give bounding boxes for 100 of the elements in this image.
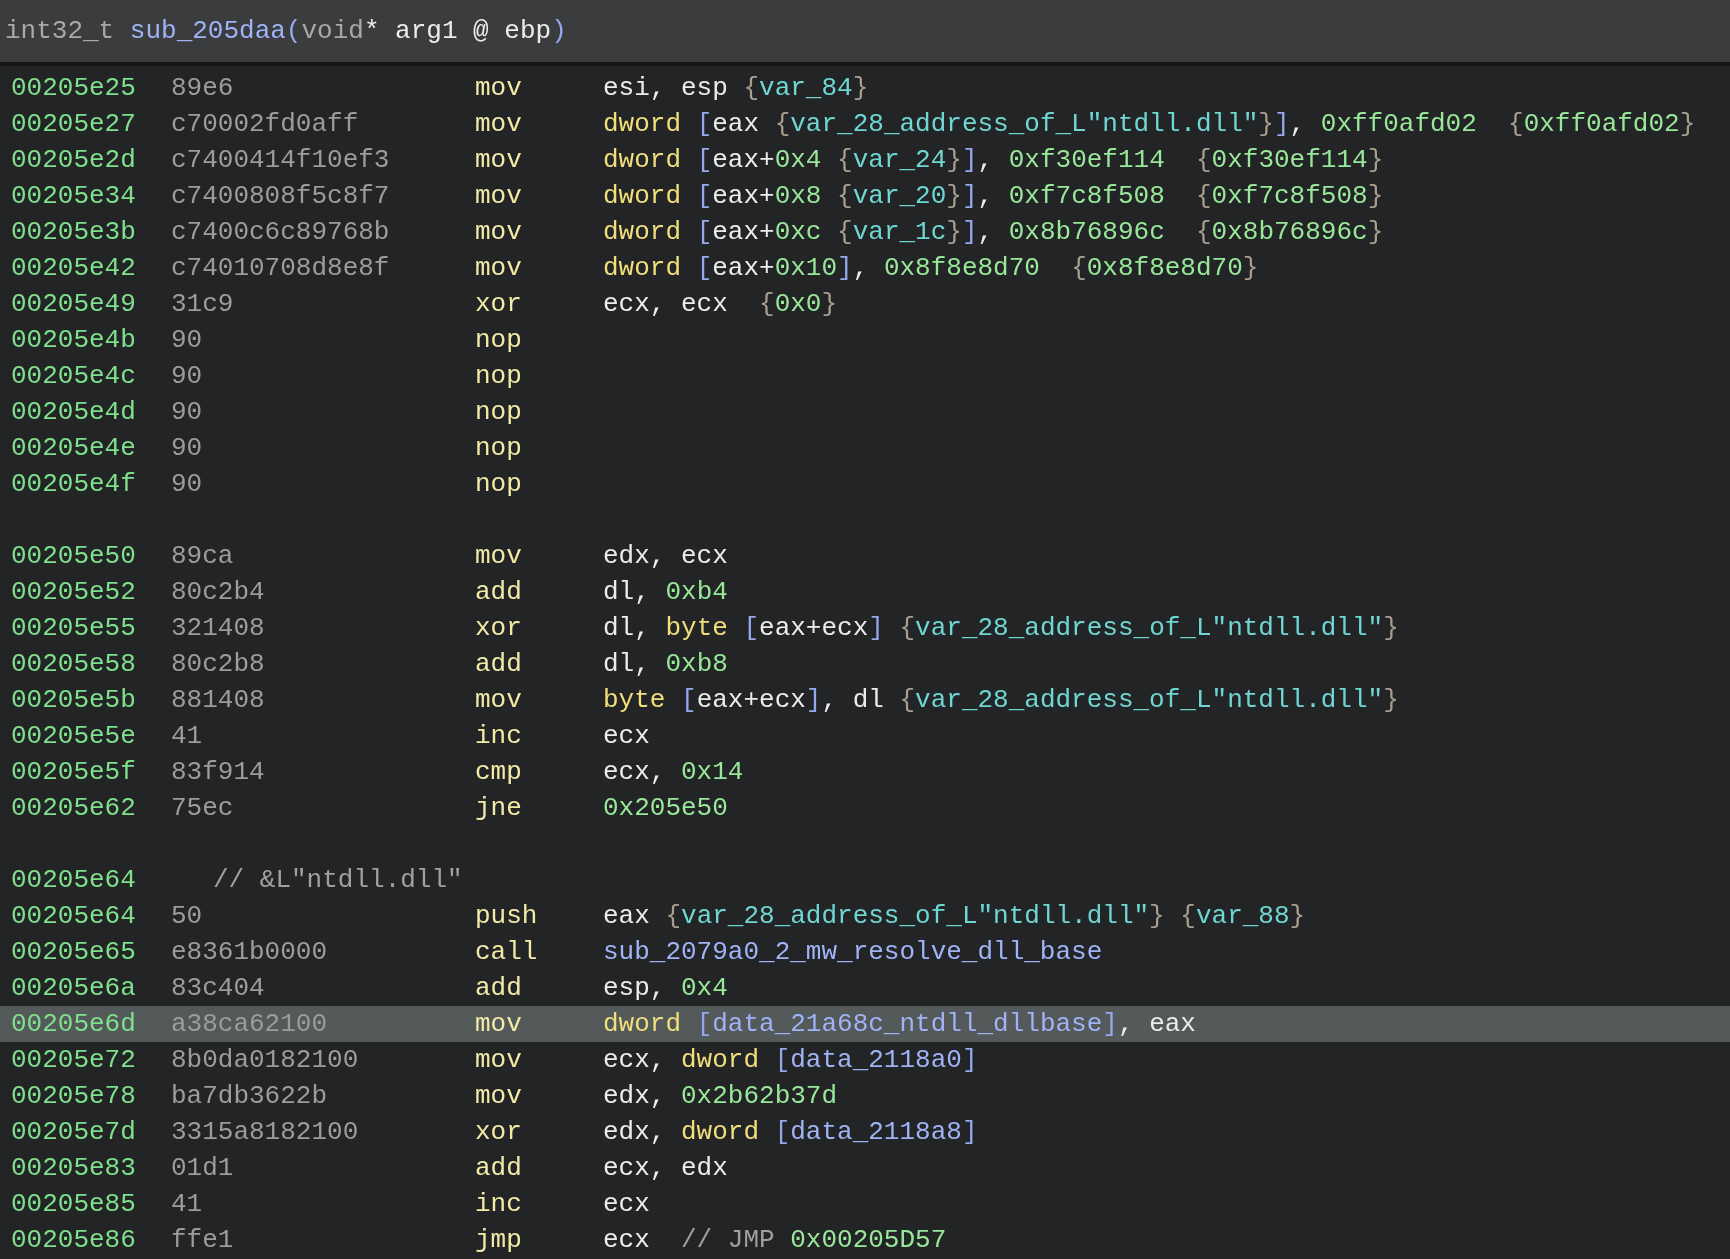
address: 00205e4b xyxy=(10,325,137,355)
instruction-bytes: 8b0da0182100 xyxy=(171,1045,360,1075)
operands: ecx, ecx {0x0} xyxy=(603,289,838,319)
instruction-bytes: 41 xyxy=(171,1189,204,1219)
operands: dl, 0xb4 xyxy=(603,577,728,607)
instruction-bytes: c7400c6c89768b xyxy=(171,217,391,247)
address: 00205e50 xyxy=(10,541,137,571)
operands: edx, ecx xyxy=(603,541,728,571)
operands: dword [eax+0x8 {var_20}], 0xf7c8f508 {0xf7c8f508} xyxy=(603,181,1384,211)
instruction-bytes: 321408 xyxy=(171,613,266,643)
instruction-bytes: 90 xyxy=(171,433,204,463)
address: 00205e4f xyxy=(10,469,137,499)
instruction-bytes: 50 xyxy=(171,901,204,931)
mnemonic: mov xyxy=(475,73,523,103)
address: 00205e65 xyxy=(10,937,137,967)
instruction-bytes: c74010708d8e8f xyxy=(171,253,391,283)
operands: dword [eax+0x4 {var_24}], 0xf30ef114 {0xf30ef114} xyxy=(603,145,1384,175)
operands: edx, 0x2b62b37d xyxy=(603,1081,838,1111)
mnemonic: mov xyxy=(475,1081,523,1111)
instruction-bytes: 89ca xyxy=(171,541,235,571)
mnemonic: xor xyxy=(475,613,523,643)
instruction-bytes: 83c404 xyxy=(171,973,266,1003)
operands: edx, dword [data_2118a8] xyxy=(603,1117,978,1147)
address: 00205e78 xyxy=(10,1081,137,1111)
operands: esp, 0x4 xyxy=(603,973,728,1003)
address: 00205e7d xyxy=(10,1117,137,1147)
address: 00205e6a xyxy=(10,973,137,1003)
address: 00205e34 xyxy=(10,181,137,211)
operands: ecx // JMP 0x00205D57 xyxy=(603,1225,947,1255)
instruction-bytes: 90 xyxy=(171,397,204,427)
address: 00205e83 xyxy=(10,1153,137,1183)
mnemonic: inc xyxy=(475,1189,523,1219)
address: 00205e4c xyxy=(10,361,137,391)
address: 00205e5b xyxy=(10,685,137,715)
instruction-bytes: 80c2b4 xyxy=(171,577,266,607)
instruction-bytes: 89e6 xyxy=(171,73,235,103)
instruction-bytes: 41 xyxy=(171,721,204,751)
address: 00205e4e xyxy=(10,433,137,463)
instruction-bytes: 80c2b8 xyxy=(171,649,266,679)
function-signature: int32_t sub_205daa(void* arg1 @ ebp) xyxy=(5,16,567,46)
operands: byte [eax+ecx], dl {var_28_address_of_L"ntdll.dll"} xyxy=(603,685,1399,715)
instruction-bytes: 90 xyxy=(171,361,204,391)
operands: sub_2079a0_2_mw_resolve_dll_base xyxy=(603,937,1103,967)
instruction-bytes: 83f914 xyxy=(171,757,266,787)
address: 00205e27 xyxy=(10,109,137,139)
comment: // &L"ntdll.dll" xyxy=(212,865,463,895)
address: 00205e64 xyxy=(10,901,137,931)
address: 00205e5e xyxy=(10,721,137,751)
address: 00205e62 xyxy=(10,793,137,823)
operands: dword [data_21a68c_ntdll_dllbase], eax xyxy=(603,1009,1196,1039)
operands: eax {var_28_address_of_L"ntdll.dll"} {var_88} xyxy=(603,901,1306,931)
mnemonic: mov xyxy=(475,217,523,247)
address: 00205e85 xyxy=(10,1189,137,1219)
address: 00205e5f xyxy=(10,757,137,787)
instruction-bytes: 31c9 xyxy=(171,289,235,319)
operands: ecx xyxy=(603,721,650,751)
address: 00205e49 xyxy=(10,289,137,319)
mnemonic: xor xyxy=(475,1117,523,1147)
operands: dword [eax+0x10], 0x8f8e8d70 {0x8f8e8d70} xyxy=(603,253,1259,283)
mnemonic: nop xyxy=(475,397,523,427)
mnemonic: add xyxy=(475,649,523,679)
mnemonic: mov xyxy=(475,1045,523,1075)
mnemonic: jne xyxy=(475,793,523,823)
address: 00205e42 xyxy=(10,253,137,283)
mnemonic: inc xyxy=(475,721,523,751)
mnemonic: nop xyxy=(475,361,523,391)
mnemonic: push xyxy=(475,901,539,931)
address: 00205e64 xyxy=(10,865,137,895)
operands: dl, 0xb8 xyxy=(603,649,728,679)
operands: dword [eax+0xc {var_1c}], 0x8b76896c {0x8b76896c} xyxy=(603,217,1384,247)
operands: ecx, 0x14 xyxy=(603,757,744,787)
operands: 0x205e50 xyxy=(603,793,728,823)
operands: ecx, edx xyxy=(603,1153,728,1183)
mnemonic: mov xyxy=(475,253,523,283)
address: 00205e52 xyxy=(10,577,137,607)
mnemonic: cmp xyxy=(475,757,523,787)
mnemonic: nop xyxy=(475,469,523,499)
mnemonic: add xyxy=(475,973,523,1003)
mnemonic: nop xyxy=(475,325,523,355)
instruction-bytes: ba7db3622b xyxy=(171,1081,329,1111)
mnemonic: add xyxy=(475,1153,523,1183)
instruction-bytes: 90 xyxy=(171,325,204,355)
mnemonic: mov xyxy=(475,145,523,175)
mnemonic: mov xyxy=(475,685,523,715)
instruction-bytes: c7400414f10ef3 xyxy=(171,145,391,175)
address: 00205e6d xyxy=(10,1009,137,1039)
mnemonic: mov xyxy=(475,1009,523,1039)
instruction-bytes: e8361b0000 xyxy=(171,937,329,967)
instruction-bytes: c7400808f5c8f7 xyxy=(171,181,391,211)
instruction-bytes: 90 xyxy=(171,469,204,499)
address: 00205e2d xyxy=(10,145,137,175)
instruction-bytes: 881408 xyxy=(171,685,266,715)
address: 00205e86 xyxy=(10,1225,137,1255)
mnemonic: add xyxy=(475,577,523,607)
mnemonic: mov xyxy=(475,181,523,211)
operands: dl, byte [eax+ecx] {var_28_address_of_L"ntdll.dll"} xyxy=(603,613,1399,643)
instruction-bytes: 3315a8182100 xyxy=(171,1117,360,1147)
address: 00205e25 xyxy=(10,73,137,103)
operands: ecx xyxy=(603,1189,650,1219)
mnemonic: xor xyxy=(475,289,523,319)
